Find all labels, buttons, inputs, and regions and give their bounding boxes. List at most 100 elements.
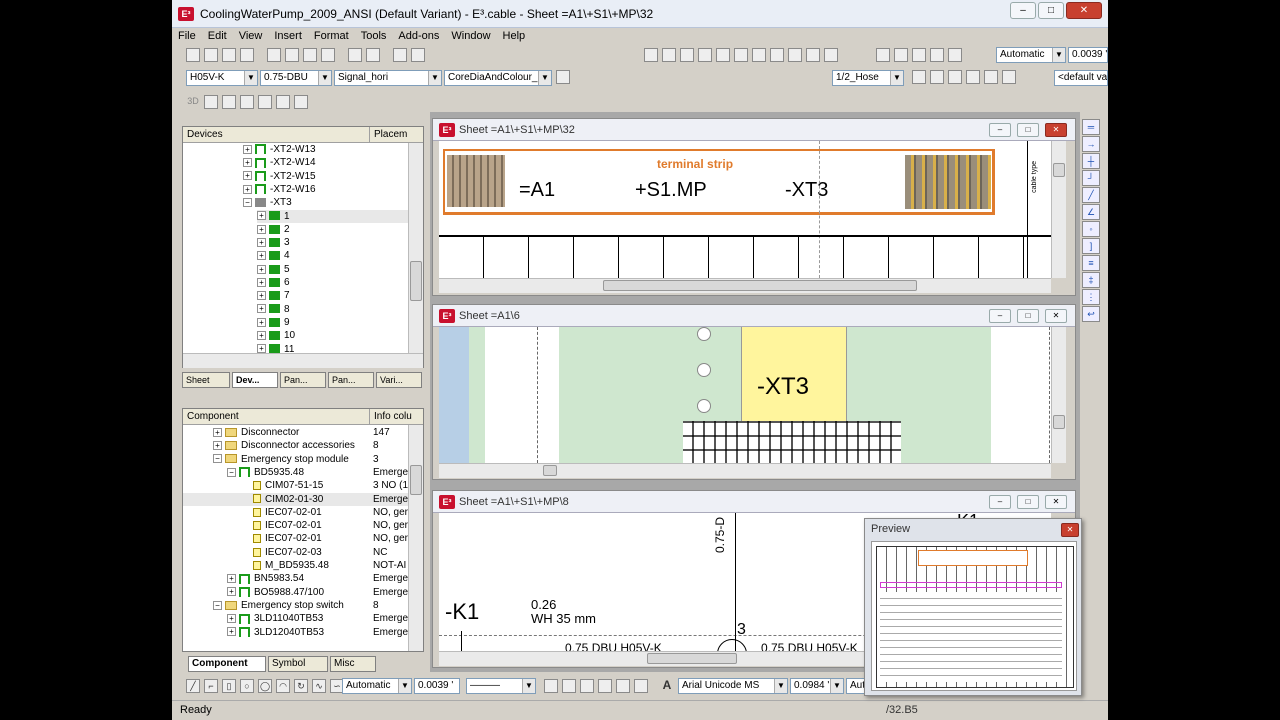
wire-table-icon[interactable] bbox=[1002, 70, 1016, 84]
expand-icon[interactable]: + bbox=[227, 627, 236, 637]
save-icon[interactable] bbox=[222, 48, 236, 62]
copy-icon[interactable] bbox=[285, 48, 300, 62]
3d-view-button[interactable]: 3D bbox=[186, 95, 200, 109]
zoom-fit-icon[interactable] bbox=[752, 48, 767, 62]
device-tree-item[interactable]: +3 bbox=[257, 236, 409, 249]
device-tree-item[interactable]: +11 bbox=[257, 343, 409, 353]
arrow-right-icon[interactable]: → bbox=[1082, 136, 1100, 152]
connect-icon[interactable]: ═ bbox=[1082, 119, 1100, 135]
component-vscroll-thumb[interactable] bbox=[410, 465, 422, 495]
print-preview-icon[interactable] bbox=[366, 48, 381, 62]
component-tree-item[interactable]: CIM07-51-15 3 NO (1... bbox=[183, 479, 409, 492]
preview-canvas[interactable] bbox=[871, 541, 1077, 691]
menu-file[interactable]: File bbox=[172, 28, 202, 44]
device-tree-item[interactable]: +7 bbox=[257, 289, 409, 302]
cutout-icon[interactable] bbox=[258, 95, 272, 109]
tab-variants[interactable]: Vari... bbox=[376, 372, 422, 388]
tab-panel-2[interactable]: Pan... bbox=[328, 372, 374, 388]
sheet-32-restore-button[interactable]: □ bbox=[1017, 123, 1039, 137]
expand-icon[interactable]: + bbox=[257, 331, 266, 341]
menu-help[interactable]: Help bbox=[497, 28, 532, 44]
sheet-6-canvas[interactable]: -XT3 bbox=[439, 327, 1051, 463]
component-vscroll[interactable] bbox=[408, 425, 423, 651]
expand-icon[interactable]: + bbox=[257, 344, 266, 353]
menu-tools[interactable]: Tools bbox=[355, 28, 393, 44]
terminal-icon[interactable] bbox=[930, 48, 944, 62]
expand-icon[interactable]: + bbox=[257, 237, 266, 247]
wire-branch-icon[interactable] bbox=[930, 70, 944, 84]
expand-icon[interactable]: + bbox=[257, 211, 266, 221]
connector-icon[interactable] bbox=[912, 48, 926, 62]
new-icon[interactable] bbox=[186, 48, 200, 62]
group-icon[interactable] bbox=[544, 679, 558, 693]
device-tree-item[interactable]: +1 bbox=[257, 209, 409, 223]
component-tree-item[interactable]: IEC07-02-03 NC bbox=[183, 546, 409, 559]
wire-icon[interactable] bbox=[912, 70, 926, 84]
mount-icon[interactable] bbox=[240, 95, 254, 109]
device-tree-item[interactable]: +6 bbox=[257, 276, 409, 289]
expand-icon[interactable]: + bbox=[213, 441, 222, 451]
rotate-icon[interactable]: ↻ bbox=[294, 679, 308, 693]
route-icon[interactable] bbox=[276, 95, 290, 109]
panel-icon[interactable] bbox=[204, 95, 218, 109]
print-icon[interactable] bbox=[348, 48, 363, 62]
menu-format[interactable]: Format bbox=[308, 28, 355, 44]
line-style-select[interactable]: Automatic ▼ bbox=[342, 678, 412, 694]
close-button[interactable]: ✕ bbox=[1066, 2, 1102, 19]
tree-icon[interactable] bbox=[824, 48, 839, 62]
circle-icon[interactable]: ○ bbox=[240, 679, 254, 693]
save-all-icon[interactable] bbox=[240, 48, 254, 62]
expand-icon[interactable]: + bbox=[243, 184, 252, 194]
wire-split-icon[interactable] bbox=[966, 70, 980, 84]
columns-icon[interactable] bbox=[770, 48, 785, 62]
redraw-icon[interactable] bbox=[698, 48, 713, 62]
minimize-button[interactable]: – bbox=[1010, 2, 1036, 19]
device-tree-item[interactable]: +2 bbox=[257, 223, 409, 236]
sheet-32-vscroll[interactable] bbox=[1051, 141, 1066, 278]
device-tree-item[interactable]: + -XT2-W13 bbox=[243, 143, 409, 156]
polyline-icon[interactable]: ⌐ bbox=[204, 679, 218, 693]
component-tree-item[interactable]: IEC07-02-01 NO, ger bbox=[183, 532, 409, 545]
expand-icon[interactable]: + bbox=[243, 158, 252, 168]
angle-icon[interactable]: ∠ bbox=[1082, 204, 1100, 220]
device-tree-item[interactable]: + -XT2-W15 bbox=[243, 170, 409, 183]
font-select[interactable]: Arial Unicode MS ▼ bbox=[678, 678, 788, 694]
forward-icon[interactable] bbox=[616, 679, 630, 693]
ellipse-icon[interactable]: ◯ bbox=[258, 679, 272, 693]
device-tree-item[interactable]: +8 bbox=[257, 303, 409, 316]
menu-addons[interactable]: Add-ons bbox=[392, 28, 445, 44]
zoom-in-icon[interactable] bbox=[644, 48, 659, 62]
ungroup-icon[interactable] bbox=[562, 679, 576, 693]
line-icon[interactable]: ╱ bbox=[186, 679, 200, 693]
tab-component[interactable]: Component bbox=[188, 656, 266, 672]
sheet-6-minimize-button[interactable]: – bbox=[989, 309, 1011, 323]
bracket-icon[interactable]: ] bbox=[1082, 238, 1100, 254]
terminal-vertical-icon[interactable]: ≡ bbox=[1082, 255, 1100, 271]
wire-join-icon[interactable] bbox=[948, 70, 962, 84]
return-icon[interactable]: ↩ bbox=[1082, 306, 1100, 322]
expand-icon[interactable]: + bbox=[243, 171, 252, 181]
device-tree-item[interactable]: +10 bbox=[257, 329, 409, 342]
collapse-icon[interactable]: − bbox=[213, 600, 222, 610]
expand-icon[interactable]: + bbox=[227, 574, 236, 584]
component-tree-item[interactable]: + BO5988.47/100 Emerge bbox=[183, 586, 409, 599]
menu-view[interactable]: View bbox=[233, 28, 269, 44]
font-size-select[interactable]: 0.0984 ' ▼ bbox=[790, 678, 844, 694]
zoom-out-icon[interactable] bbox=[662, 48, 677, 62]
cabinet-icon[interactable] bbox=[222, 95, 236, 109]
device-tree-item[interactable]: +4 bbox=[257, 249, 409, 262]
component-tree-item[interactable]: + Disconnector accessories 8 bbox=[183, 439, 409, 452]
tab-devices[interactable]: Dev... bbox=[232, 372, 278, 388]
sheet-6-vscroll[interactable] bbox=[1051, 327, 1066, 463]
expand-icon[interactable]: + bbox=[243, 144, 252, 154]
component-tree-item[interactable]: CIM02-01-30 Emerge bbox=[183, 492, 409, 506]
preview-close-button[interactable]: ✕ bbox=[1061, 523, 1079, 537]
grid-icon[interactable] bbox=[734, 48, 749, 62]
diagonal-icon[interactable]: ╱ bbox=[1082, 187, 1100, 203]
bus-icon[interactable]: ‡ bbox=[1082, 272, 1100, 288]
sheet-32-hscroll-thumb[interactable] bbox=[603, 280, 917, 291]
stack-icon[interactable]: ⋮ bbox=[1082, 289, 1100, 305]
menu-insert[interactable]: Insert bbox=[268, 28, 308, 44]
text-tool-icon[interactable]: A bbox=[660, 679, 674, 693]
component-tree-item[interactable]: IEC07-02-01 NO, ger bbox=[183, 506, 409, 519]
